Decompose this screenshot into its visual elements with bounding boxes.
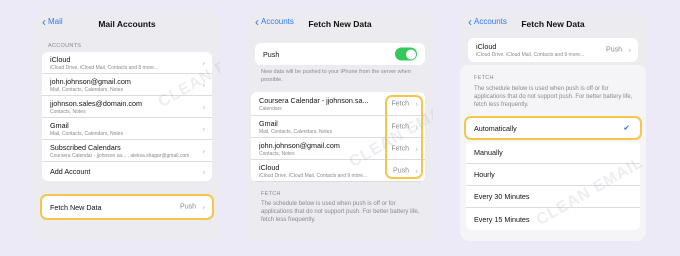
fetch-note: The schedule below is used when push is … <box>261 201 420 223</box>
chevron-right-icon: › <box>202 58 205 67</box>
fetch-note: The schedule below is used when push is … <box>474 86 633 108</box>
section-header-accounts: ACCOUNTS <box>48 43 82 49</box>
account-row-jjohnson-sales[interactable]: jjohnson.sales@domain.com Contacts, Note… <box>42 96 212 118</box>
chevron-left-icon: ‹ <box>42 14 46 29</box>
account-row-gmail[interactable]: Gmail Mail, Contacts, Calendars, Notes › <box>42 118 212 140</box>
back-button[interactable]: ‹ Accounts <box>255 14 294 29</box>
fetch-new-data-row[interactable]: Fetch New Data Push › <box>40 194 214 220</box>
mail-accounts-screen: ‹ Mail Mail Accounts ACCOUNTS iCloud iClo… <box>34 13 220 241</box>
nav-bar: ‹ Mail Mail Accounts <box>34 13 220 35</box>
add-account-row[interactable]: Add Account › <box>42 162 212 181</box>
section-header-fetch: FETCH <box>261 191 281 197</box>
fetch-new-data-screen: ‹ Accounts Fetch New Data Push New data w… <box>247 13 433 241</box>
chevron-right-icon: › <box>202 102 205 111</box>
accounts-list: iCloud iCloud Drive, iCloud Mail, Contac… <box>42 52 212 181</box>
account-row-icloud[interactable]: iCloud iCloud Drive, iCloud Mail, Contac… <box>42 52 212 74</box>
nav-bar: ‹ Accounts Fetch New Data <box>247 13 433 35</box>
account-row-subscribed-calendars[interactable]: Subscribed Calendars Coursera Calendar -… <box>42 140 212 162</box>
option-automatically[interactable]: Automatically ✔ <box>464 116 642 140</box>
icloud-setting: iCloud iCloud Drive, iCloud Mail, Contac… <box>468 38 638 62</box>
back-button[interactable]: ‹ Accounts <box>468 14 507 29</box>
page-title: Fetch New Data <box>521 19 585 29</box>
push-toggle[interactable] <box>395 47 417 61</box>
nav-bar: ‹ Accounts Fetch New Data <box>460 13 646 35</box>
fetch-schedule-screen: ‹ Accounts Fetch New Data iCloud iCloud D… <box>460 13 646 241</box>
checkmark-icon: ✔ <box>623 123 630 133</box>
chevron-left-icon: ‹ <box>468 14 472 29</box>
push-setting: Push <box>255 43 425 65</box>
option-manually[interactable]: Manually <box>466 142 640 164</box>
chevron-right-icon: › <box>628 45 631 55</box>
page-title: Fetch New Data <box>308 19 372 29</box>
section-header-fetch: FETCH <box>474 75 494 81</box>
account-row-icloud[interactable]: iCloud iCloud Drive, iCloud Mail, Contac… <box>468 38 638 62</box>
page-title: Mail Accounts <box>98 19 156 29</box>
chevron-right-icon: › <box>202 167 205 176</box>
push-note: New data will be pushed to your iPhone f… <box>261 69 411 83</box>
chevron-right-icon: › <box>202 124 205 133</box>
back-button[interactable]: ‹ Mail <box>42 14 63 29</box>
chevron-right-icon: › <box>202 146 205 155</box>
chevron-right-icon: › <box>202 202 205 212</box>
chevron-left-icon: ‹ <box>255 14 259 29</box>
